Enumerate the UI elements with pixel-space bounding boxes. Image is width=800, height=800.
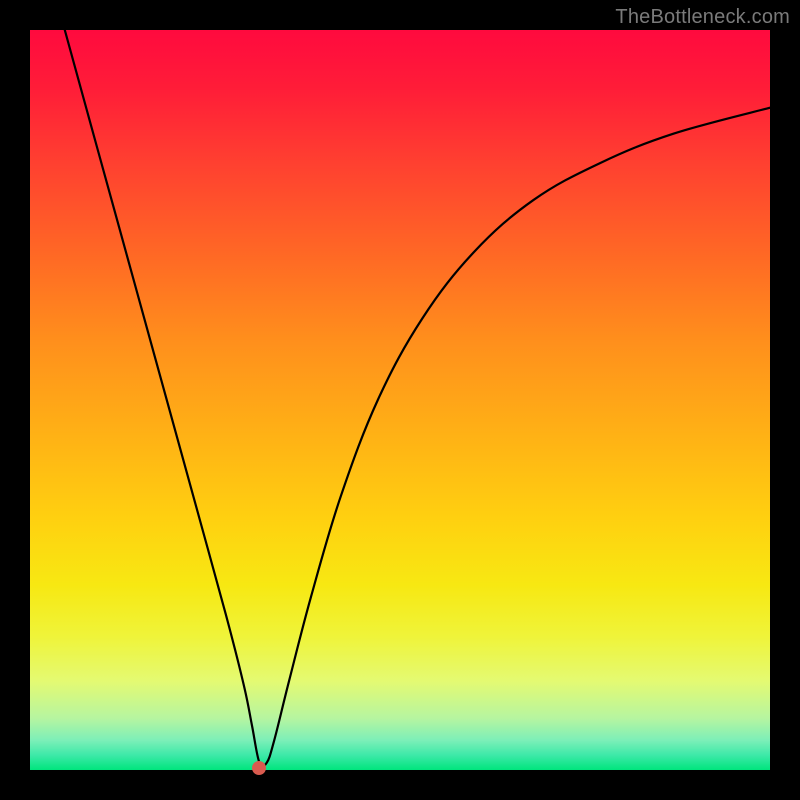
plot-area [30,30,770,770]
curve-svg [30,30,770,770]
bottleneck-curve [65,30,770,767]
credit-label: TheBottleneck.com [615,6,790,29]
chart-frame: TheBottleneck.com [0,0,800,800]
minimum-dot [252,761,266,775]
